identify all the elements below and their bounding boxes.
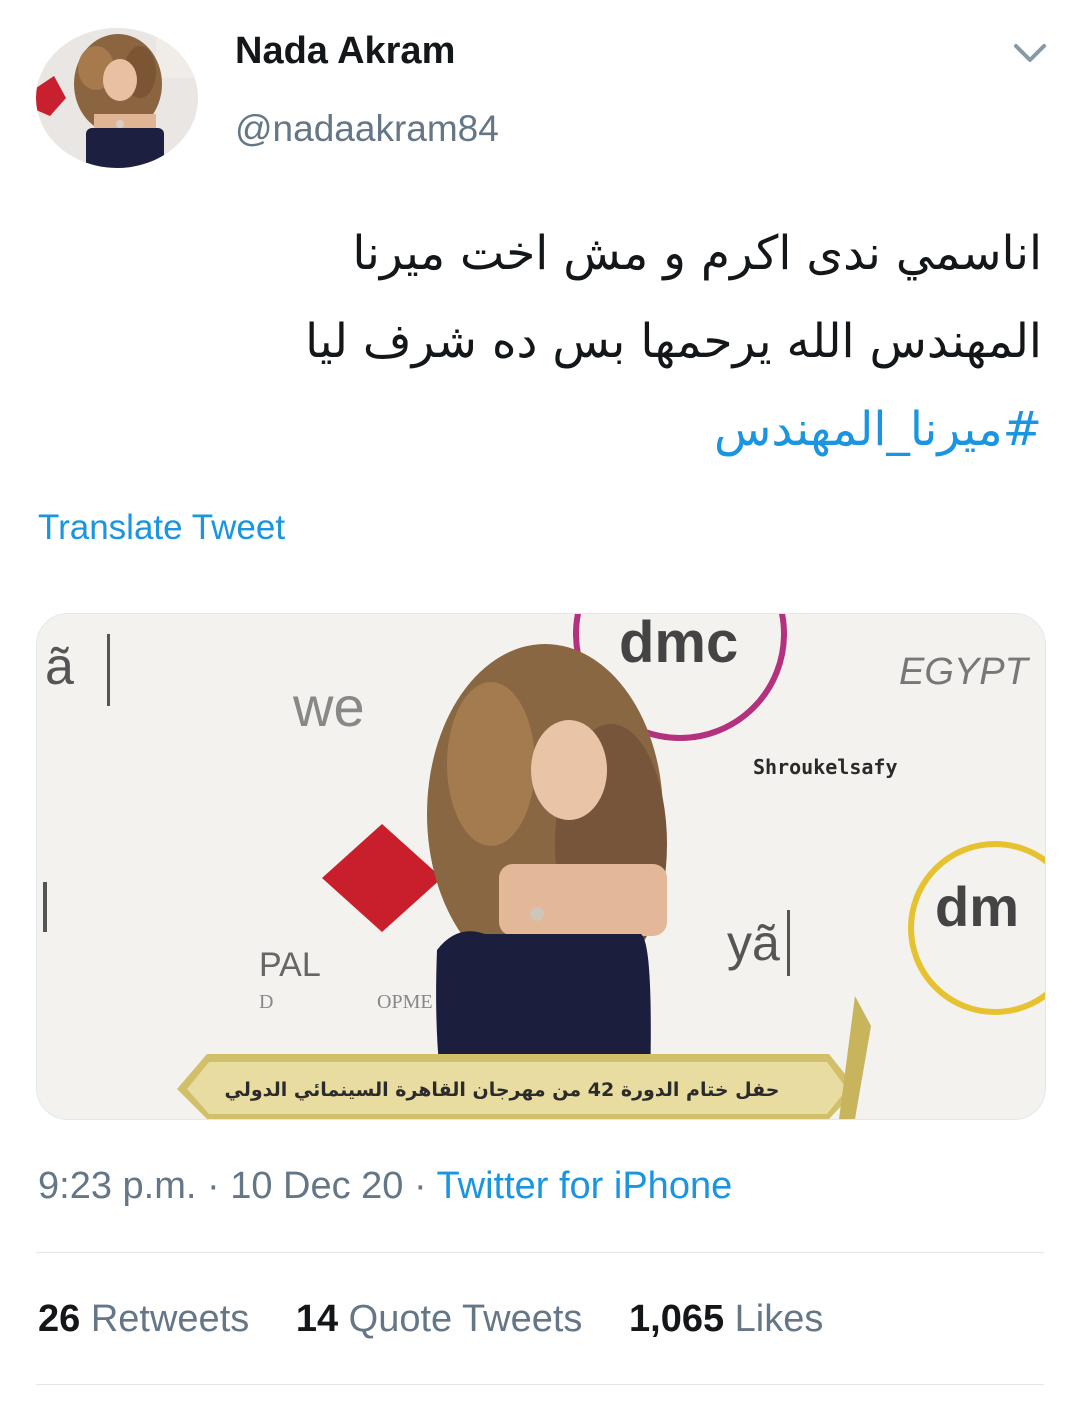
tweet-date[interactable]: 10 Dec 20 <box>230 1165 403 1207</box>
media-logo-dm: dm <box>935 875 1019 938</box>
avatar[interactable] <box>36 28 198 168</box>
retweets-stat[interactable]: 26 Retweets <box>38 1298 249 1340</box>
caption-banner-text: حفل ختام الدورة 42 من مهرجان القاهرة الس… <box>224 1079 779 1101</box>
avatar-image <box>36 28 198 168</box>
author-name[interactable]: Nada Akram <box>235 30 455 73</box>
quote-tweets-count: 14 <box>295 1298 339 1340</box>
media-logo-pal: PAL <box>259 946 321 984</box>
translate-tweet-link[interactable]: Translate Tweet <box>38 508 285 548</box>
person-hair <box>447 682 535 846</box>
media-watermark: Shroukelsafy <box>753 755 898 779</box>
divider <box>36 1384 1044 1385</box>
tweet-text-line: اناسمي ندى اكرم و مش اخت ميرنا <box>352 226 1042 281</box>
quote-tweets-stat[interactable]: 14 Quote Tweets <box>296 1298 583 1340</box>
media-mark-left <box>43 882 47 932</box>
hashtag-link[interactable]: #ميرنا_المهندس <box>142 386 1042 474</box>
retweets-count: 26 <box>38 1298 81 1340</box>
quote-tweets-label: Quote Tweets <box>348 1298 583 1340</box>
media-logo-opm: OPME <box>377 991 433 1013</box>
media-logo-ya-center: yã <box>727 915 780 971</box>
media-logo-egypt: EGYPT <box>899 651 1031 693</box>
tweet-source-link[interactable]: Twitter for iPhone <box>437 1165 733 1207</box>
tweet-time[interactable]: 9:23 p.m. <box>38 1165 196 1207</box>
media-logo-ya-left: ã <box>45 638 74 696</box>
likes-stat[interactable]: 1,065 Likes <box>629 1298 823 1340</box>
media-divider-left <box>107 634 110 706</box>
media-divider-center <box>787 910 790 976</box>
author-handle[interactable]: @nadaakram84 <box>235 108 499 150</box>
media-photo: ã we dmc EGYPT Shroukelsafy dm yã PAL D … <box>37 614 1045 1119</box>
person-shoulders <box>499 864 667 936</box>
chevron-down-icon[interactable] <box>1010 34 1050 74</box>
person-necklace <box>530 907 544 921</box>
tweet-text: اناسمي ندى اكرم و مش اخت ميرنا المهندس ا… <box>142 210 1042 474</box>
divider <box>36 1252 1044 1253</box>
retweets-label: Retweets <box>90 1298 250 1340</box>
tweet-media-image[interactable]: ã we dmc EGYPT Shroukelsafy dm yã PAL D … <box>36 613 1046 1120</box>
person-face <box>531 720 607 820</box>
media-logo-dev: D <box>259 991 273 1013</box>
tweet-stats: 26 Retweets 14 Quote Tweets 1,065 Likes <box>38 1298 859 1341</box>
tweet-text-line: المهندس الله يرحمها بس ده شرف ليا <box>305 314 1042 369</box>
likes-label: Likes <box>734 1298 824 1340</box>
media-logo-we: we <box>292 675 365 738</box>
likes-count: 1,065 <box>629 1298 725 1340</box>
tweet-meta: 9:23 p.m. · 10 Dec 20 · Twitter for iPho… <box>38 1165 733 1207</box>
media-logo-dmc: dmc <box>619 614 738 675</box>
